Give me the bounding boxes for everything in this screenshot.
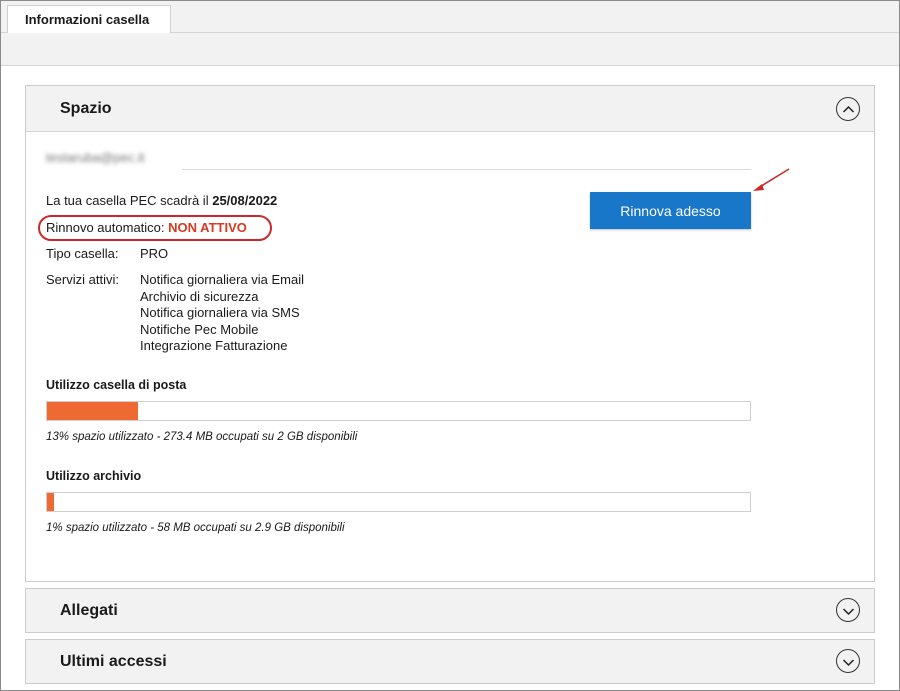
panel-allegati[interactable]: Allegati bbox=[25, 588, 875, 633]
type-value: PRO bbox=[140, 246, 169, 261]
archive-usage-bar bbox=[46, 492, 751, 512]
archive-usage-caption: 1% spazio utilizzato - 58 MB occupati su… bbox=[46, 522, 345, 534]
expiry-text: La tua casella PEC scadrà il 25/08/2022 bbox=[46, 193, 278, 208]
mailbox-usage-bar bbox=[46, 401, 751, 421]
renewal-status: Rinnovo automatico: NON ATTIVO bbox=[46, 220, 247, 235]
panel-spazio: Spazio testaruba@pec.it La tua casella P… bbox=[25, 85, 875, 582]
panel-title: Allegati bbox=[60, 602, 118, 619]
window-frame: Informazioni casella Spazio testaruba@pe… bbox=[0, 0, 900, 691]
mailbox-usage-caption: 13% spazio utilizzato - 273.4 MB occupat… bbox=[46, 431, 358, 443]
tab-informazioni-casella[interactable]: Informazioni casella bbox=[7, 5, 171, 32]
panel-ultimi-accessi[interactable]: Ultimi accessi bbox=[25, 639, 875, 684]
red-arrow-icon bbox=[753, 168, 790, 191]
archive-usage-label: Utilizzo archivio bbox=[46, 469, 142, 483]
chevron-down-icon[interactable] bbox=[836, 649, 860, 673]
list-item: Archivio di sicurezza bbox=[140, 288, 259, 304]
email-address: testaruba@pec.it bbox=[46, 150, 145, 165]
tab-bar: Informazioni casella bbox=[1, 1, 899, 66]
panel-title: Ultimi accessi bbox=[60, 653, 167, 670]
panel-spazio-header[interactable]: Spazio bbox=[26, 86, 874, 132]
services-list: Notifica giornaliera via Email Archivio … bbox=[140, 272, 304, 355]
mailbox-usage-label: Utilizzo casella di posta bbox=[46, 378, 187, 392]
services-label: Servizi attivi: bbox=[46, 272, 119, 287]
list-item: Notifica giornaliera via SMS bbox=[140, 305, 300, 320]
list-item: Notifica giornaliera via Email bbox=[140, 272, 305, 287]
type-label: Tipo casella: bbox=[46, 246, 119, 261]
list-item: Integrazione Fatturazione bbox=[140, 338, 288, 353]
mailbox-usage-fill bbox=[47, 402, 138, 420]
chevron-up-icon[interactable] bbox=[836, 97, 860, 121]
archive-usage-fill bbox=[47, 493, 54, 511]
chevron-down-icon[interactable] bbox=[836, 598, 860, 622]
panel-title: Spazio bbox=[60, 100, 112, 117]
list-item: Notifiche Pec Mobile bbox=[140, 321, 259, 337]
expiry-date: 25/08/2022 bbox=[212, 193, 278, 208]
renew-now-button[interactable]: Rinnova adesso bbox=[590, 192, 751, 229]
divider bbox=[182, 169, 751, 170]
